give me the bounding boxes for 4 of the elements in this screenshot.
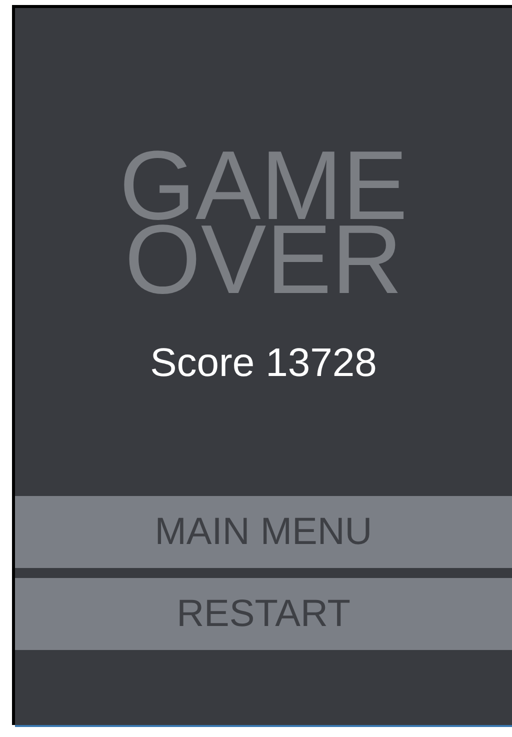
menu-button[interactable]: MAIN MENU: [15, 496, 512, 568]
game-over-title: GAME OVER: [118, 148, 409, 296]
score-text: Score 13728: [149, 340, 378, 386]
menu-button[interactable]: RESTART: [15, 578, 512, 650]
